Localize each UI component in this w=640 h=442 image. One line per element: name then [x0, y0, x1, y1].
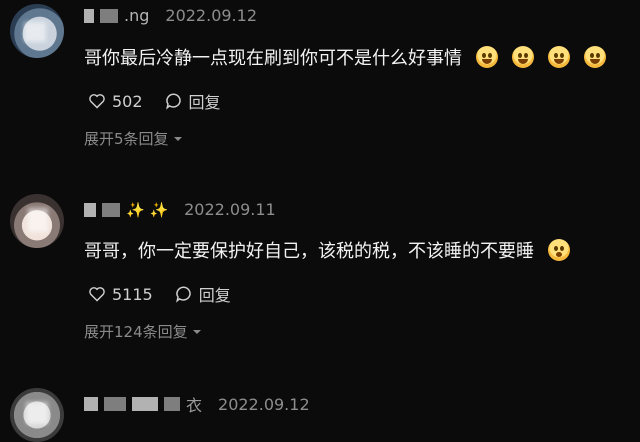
- comment-item: .ng 2022.09.12 哥你最后冷静一点现在刷到你可不是什么好事情 502…: [0, 0, 640, 170]
- like-count: 5115: [112, 284, 153, 304]
- expand-replies-label: 展开124条回复: [84, 323, 188, 341]
- avatar[interactable]: [10, 4, 64, 58]
- comment-item: 衣 2022.09.12: [0, 384, 640, 442]
- username-mosaic: [132, 397, 158, 411]
- laugh-cry-emoji-icon: [584, 46, 606, 68]
- avatar[interactable]: [10, 194, 64, 248]
- comment-actions: 502 回复: [88, 89, 221, 113]
- like-button[interactable]: 5115: [88, 285, 153, 304]
- username-mosaic: [84, 8, 94, 23]
- username-mosaic: [100, 8, 118, 23]
- comment-body: 哥你最后冷静一点现在刷到你可不是什么好事情: [84, 48, 462, 69]
- comment-date: 2022.09.12: [218, 394, 310, 414]
- username-mosaic: [102, 202, 120, 217]
- username-mosaic: [164, 397, 180, 411]
- username-mosaic: [84, 202, 96, 217]
- avatar[interactable]: [10, 388, 64, 442]
- username[interactable]: .ng: [124, 6, 149, 25]
- expand-replies-button[interactable]: 展开5条回复: [84, 128, 183, 149]
- comment-date: 2022.09.12: [165, 6, 257, 25]
- laugh-cry-emoji-icon: [548, 46, 570, 68]
- comment-date: 2022.09.11: [184, 200, 276, 219]
- comment-meta: 衣 2022.09.12: [84, 392, 310, 416]
- username[interactable]: ✨ ✨: [126, 201, 168, 219]
- heart-icon: [89, 287, 105, 302]
- comment-text: 哥哥，你一定要保护好自己，该税的税，不该睡的不要睡: [84, 237, 570, 263]
- like-count: 502: [112, 91, 143, 111]
- comment-text: 哥你最后冷静一点现在刷到你可不是什么好事情: [84, 44, 606, 70]
- comment-body: 哥哥，你一定要保护好自己，该税的税，不该睡的不要睡: [84, 241, 534, 262]
- heart-icon: [89, 94, 105, 109]
- reply-button[interactable]: 回复: [175, 282, 231, 306]
- username-mosaic: [104, 397, 126, 411]
- chevron-down-icon: [173, 136, 182, 141]
- reply-button[interactable]: 回复: [165, 89, 221, 113]
- comment-actions: 5115 回复: [88, 282, 231, 306]
- expand-replies-button[interactable]: 展开124条回复: [84, 321, 202, 342]
- comment-meta: .ng 2022.09.12: [84, 6, 257, 25]
- username-mosaic: [84, 397, 98, 411]
- username[interactable]: 衣: [186, 392, 202, 416]
- comment-item: ✨ ✨ 2022.09.11 哥哥，你一定要保护好自己，该税的税，不该睡的不要睡…: [0, 190, 640, 360]
- laugh-cry-emoji-icon: [512, 46, 534, 68]
- comment-bubble-icon: [175, 286, 191, 303]
- reply-label: 回复: [188, 93, 221, 112]
- expand-replies-label: 展开5条回复: [84, 130, 169, 148]
- comment-meta: ✨ ✨ 2022.09.11: [84, 200, 276, 219]
- laugh-cry-emoji-icon: [476, 46, 498, 68]
- reply-label: 回复: [198, 286, 231, 305]
- chevron-down-icon: [192, 329, 201, 334]
- pleading-emoji-icon: [548, 239, 570, 261]
- like-button[interactable]: 502: [88, 92, 143, 111]
- comment-bubble-icon: [165, 93, 181, 110]
